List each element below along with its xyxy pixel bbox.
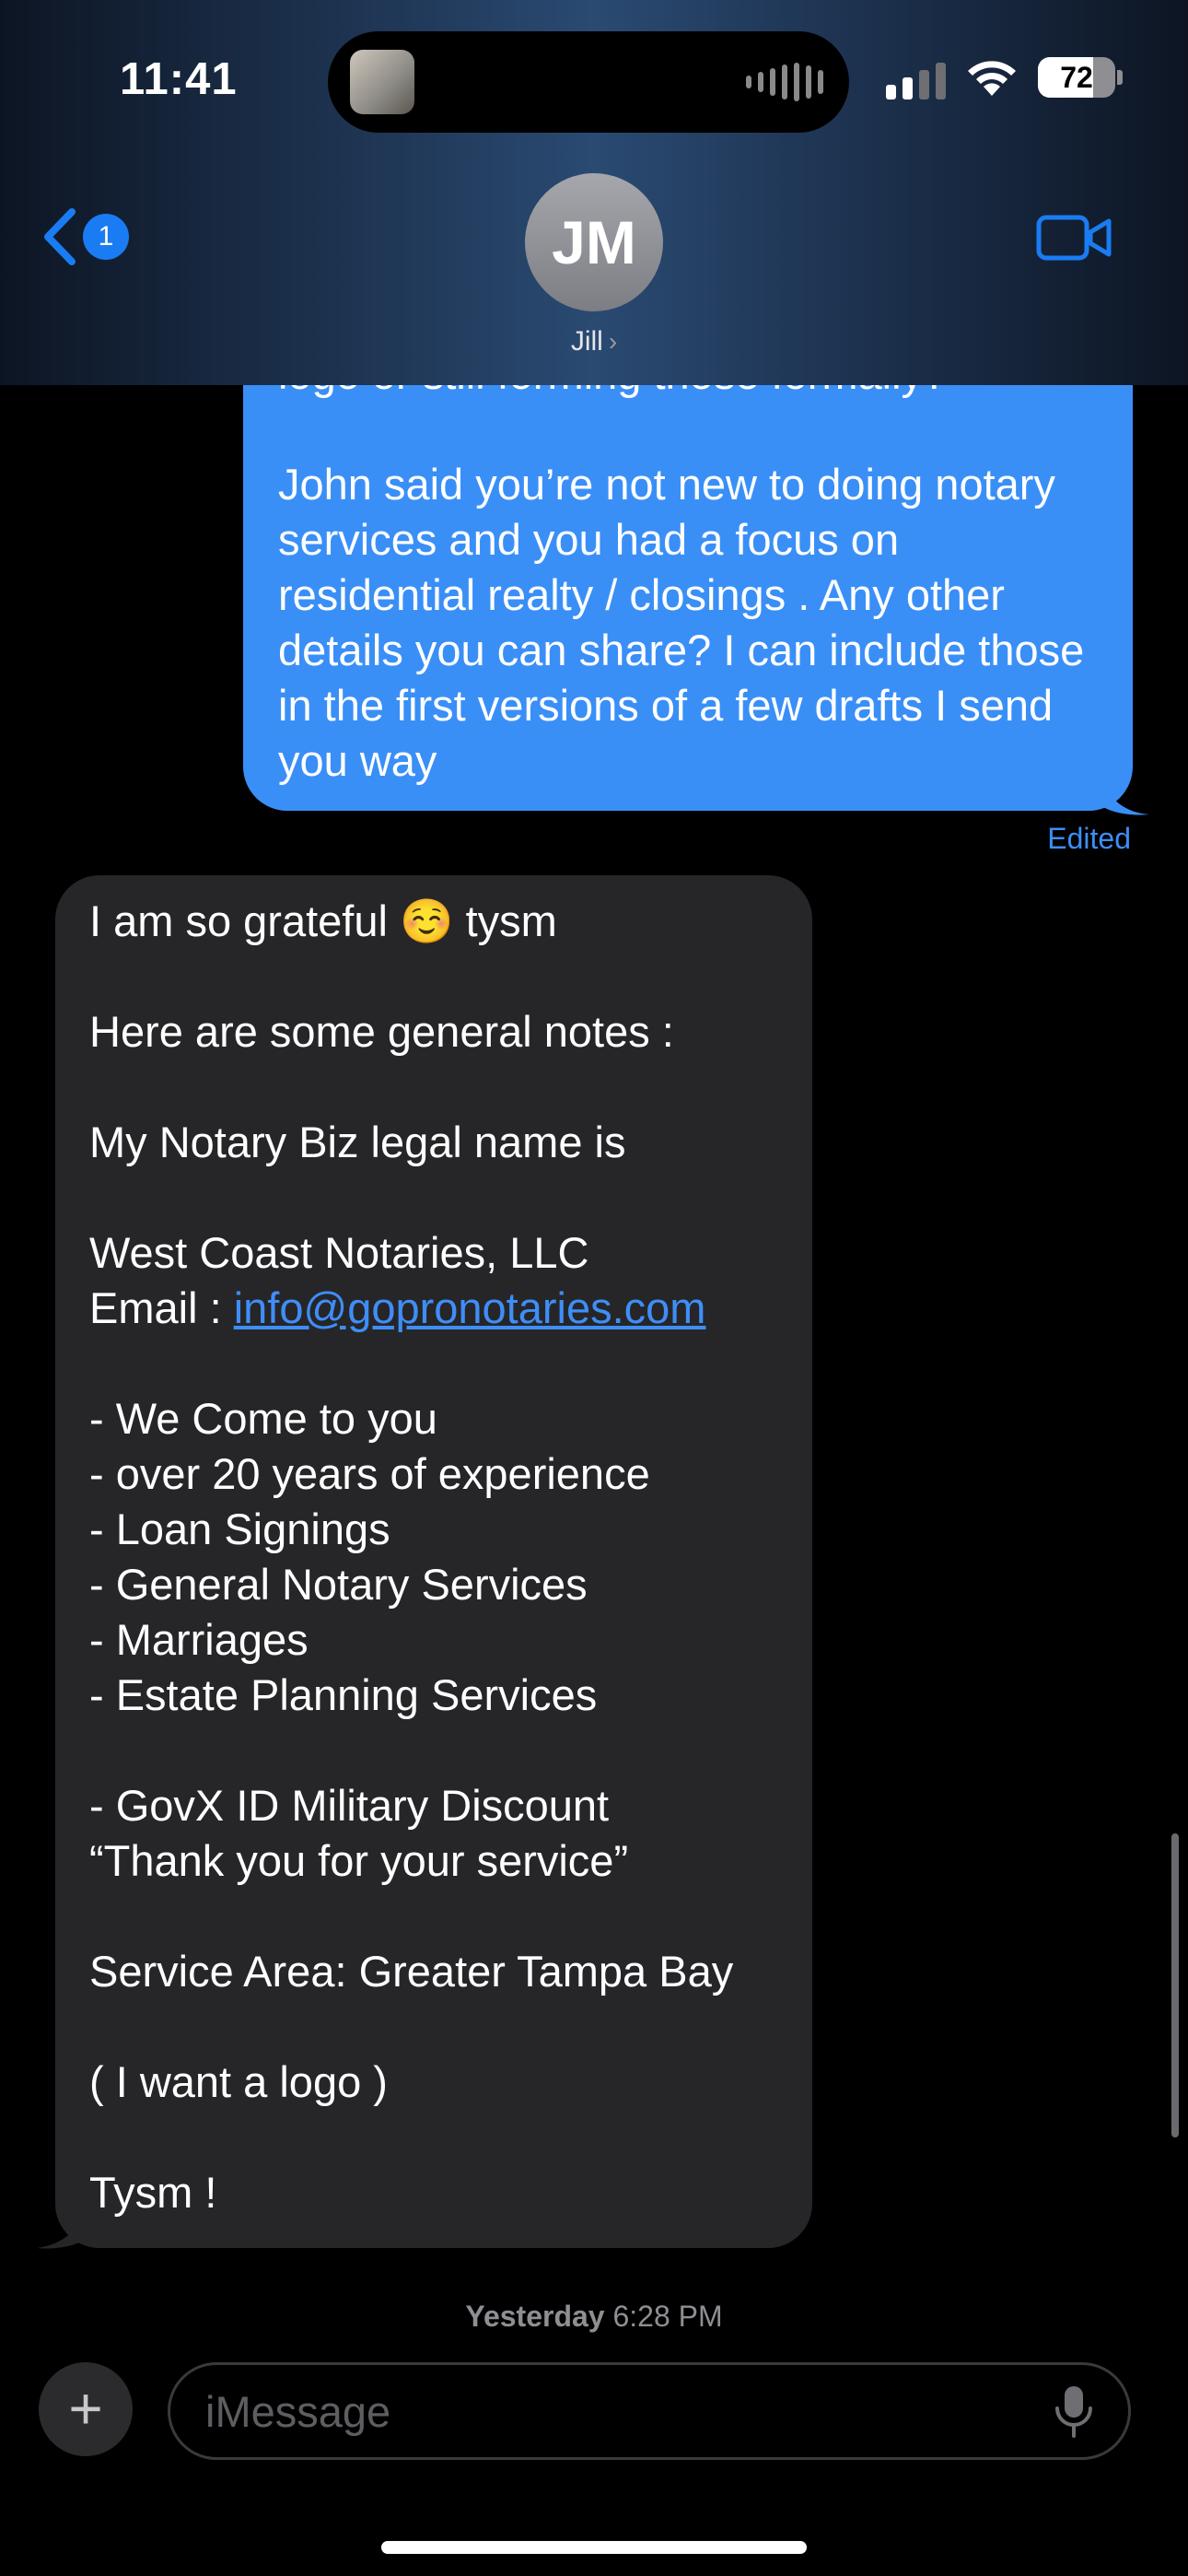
battery-percentage: 72	[1060, 61, 1093, 94]
edited-label[interactable]: Edited	[1047, 822, 1131, 856]
message-composer: +	[0, 2340, 1188, 2576]
unread-count-badge: 1	[83, 214, 129, 260]
imessage-input[interactable]	[168, 2362, 1131, 2460]
contact-avatar[interactable]: JM	[525, 173, 663, 311]
sent-bubble-tail	[1103, 779, 1149, 815]
dynamic-island[interactable]	[328, 31, 849, 133]
back-button[interactable]: 1	[41, 201, 142, 273]
message-intro: I am so grateful ☺️ tysm Here are some g…	[89, 896, 674, 1277]
message-timestamp: Yesterday 6:28 PM	[0, 2300, 1188, 2334]
contact-name: Jill	[570, 326, 603, 357]
received-bubble-tail	[37, 2211, 83, 2249]
audio-waveform-icon	[746, 63, 823, 101]
status-time: 11:41	[120, 54, 238, 104]
video-camera-icon[interactable]	[1035, 210, 1112, 265]
battery-icon: 72	[1038, 57, 1123, 98]
received-message-bubble[interactable]: I am so grateful ☺️ tysm Here are some g…	[55, 875, 812, 2248]
cellular-signal-icon	[886, 63, 946, 100]
scrollbar-thumb[interactable]	[1171, 1833, 1179, 2137]
timestamp-time: 6:28 PM	[604, 2300, 723, 2333]
email-link[interactable]: info@gopronotaries.com	[234, 1283, 706, 1332]
plus-icon: +	[68, 2375, 103, 2441]
chevron-left-icon	[44, 208, 76, 265]
home-indicator[interactable]	[381, 2541, 807, 2554]
add-attachment-button[interactable]: +	[39, 2362, 133, 2456]
now-playing-artwork	[350, 50, 414, 114]
message-body: - We Come to you - over 20 years of expe…	[89, 1394, 734, 2217]
timestamp-day: Yesterday	[465, 2300, 605, 2333]
microphone-icon[interactable]	[1054, 2384, 1094, 2440]
wifi-icon	[968, 61, 1016, 96]
conversation-header: 11:41 72 1 JM Jill ›	[0, 0, 1188, 385]
chevron-right-icon: ›	[608, 327, 618, 356]
sent-message-text: logo or still forming those formally? Jo…	[278, 349, 1085, 785]
sent-message-bubble[interactable]: logo or still forming those formally? Jo…	[243, 313, 1133, 811]
contact-name-button[interactable]: Jill ›	[516, 326, 672, 357]
received-message-text: I am so grateful ☺️ tysm Here are some g…	[89, 894, 785, 2220]
email-label: Email :	[89, 1283, 234, 1332]
